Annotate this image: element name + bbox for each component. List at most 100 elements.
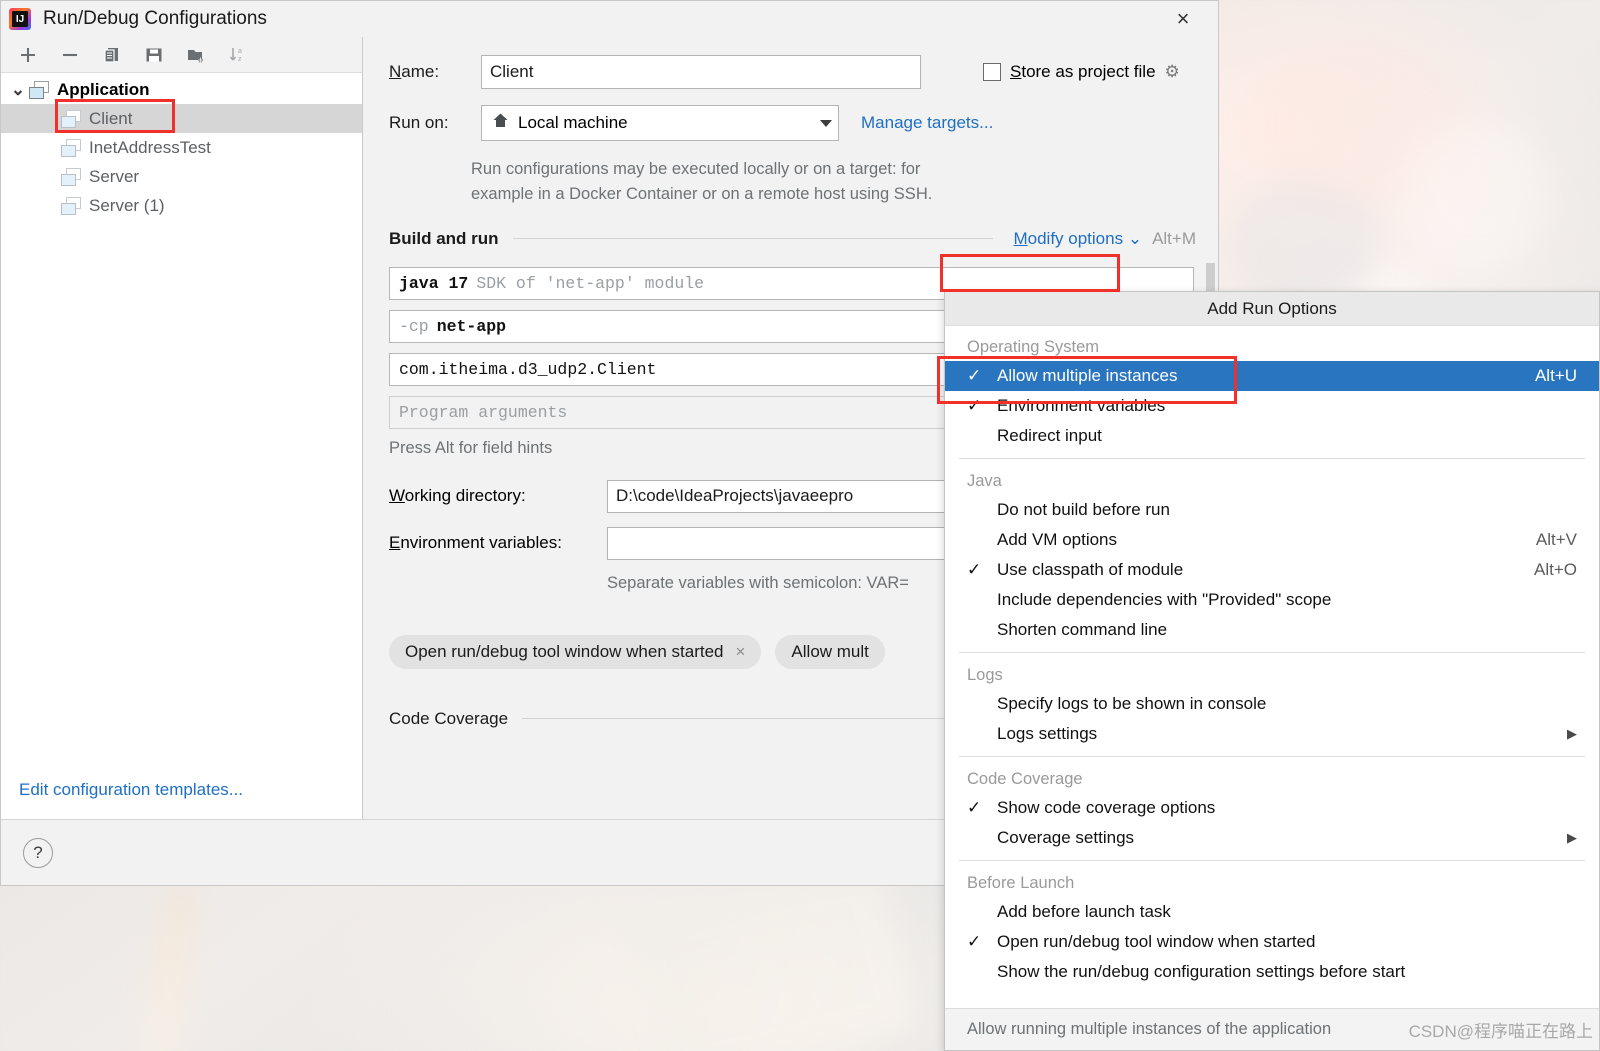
chip-label: Open run/debug tool window when started [405, 641, 724, 661]
menu-item-label: Show the run/debug configuration setting… [997, 962, 1406, 981]
menu-item-label: Redirect input [997, 426, 1102, 445]
name-row: Name: Client Store as project file ⚙ [389, 55, 1196, 89]
check-icon: ✓ [967, 366, 982, 385]
tree-item-label: Server [89, 166, 140, 186]
remove-configuration-button[interactable] [53, 41, 87, 69]
copy-configuration-button[interactable] [95, 41, 129, 69]
store-as-project-file-row[interactable]: Store as project file ⚙ [983, 62, 1180, 82]
manage-targets-link[interactable]: Manage targets... [861, 113, 993, 133]
sdk-hint: SDK of 'net-app' module [476, 273, 705, 293]
menu-item[interactable]: ✓ Use classpath of module Alt+O [945, 555, 1599, 585]
application-icon [29, 80, 49, 99]
configurations-panel: a z ⌄ Application Client InetAddressTest… [1, 37, 363, 819]
menu-item[interactable]: Specify logs to be shown in console [945, 689, 1599, 719]
chevron-right-icon[interactable]: ▶ [1567, 726, 1599, 742]
menu-separator [959, 458, 1585, 459]
menu-item[interactable]: Redirect input [945, 421, 1599, 451]
tree-item-server[interactable]: Server [1, 162, 362, 191]
chip-label: Allow mult [791, 641, 869, 661]
run-on-hint-line1: Run configurations may be executed local… [471, 160, 921, 178]
background-streak [623, 861, 917, 1051]
build-and-run-title: Build and run [389, 228, 499, 248]
menu-item-label: Include dependencies with "Provided" sco… [997, 590, 1332, 609]
menu-separator [959, 756, 1585, 757]
menu-item-label: Logs settings [997, 724, 1098, 743]
menu-item[interactable]: Do not build before run [945, 495, 1599, 525]
close-icon[interactable]: × [1160, 3, 1206, 35]
menu-item[interactable]: ✓ Allow multiple instances Alt+U [945, 361, 1599, 391]
menu-item-label: Coverage settings [997, 828, 1135, 847]
dialog-title: Run/Debug Configurations [43, 8, 267, 29]
menu-item-label: Open run/debug tool window when started [997, 932, 1316, 951]
environment-variables-label: Environment variables: [389, 533, 562, 552]
save-icon [146, 48, 162, 61]
menu-item[interactable]: Logs settings ▶ [945, 719, 1599, 749]
chevron-down-icon[interactable] [820, 119, 832, 127]
menu-item-label: Show code coverage options [997, 798, 1216, 817]
check-icon: ✓ [967, 932, 982, 951]
help-button[interactable]: ? [23, 837, 53, 868]
menu-footer: Allow running multiple instances of the … [945, 1008, 1599, 1050]
menu-item-label: Do not build before run [997, 500, 1170, 519]
menu-item-shortcut: Alt+U [1534, 366, 1577, 385]
menu-item[interactable]: ✓ Open run/debug tool window when started [945, 927, 1599, 957]
sort-configurations-button[interactable]: a z [221, 41, 255, 69]
add-configuration-button[interactable] [11, 41, 45, 69]
chip-open-tool-window[interactable]: Open run/debug tool window when started … [389, 634, 762, 669]
menu-separator [959, 652, 1585, 653]
configuration-icon [61, 196, 81, 215]
configuration-icon [61, 138, 81, 157]
menu-item[interactable]: Include dependencies with "Provided" sco… [945, 585, 1599, 615]
menu-item[interactable]: ✓ Environment variables [945, 391, 1599, 421]
menu-items-list[interactable]: Operating System ✓ Allow multiple instance… [945, 326, 1599, 1008]
main-class-value: com.itheima.d3_udp2.Client [399, 359, 657, 379]
modify-options-link[interactable]: Modify options ⌄ [1013, 229, 1142, 249]
run-on-row: Run on: Local machine Manage targets... [389, 105, 1196, 141]
menu-item[interactable]: Show the run/debug configuration setting… [945, 957, 1599, 987]
run-on-hint-line2: example in a Docker Container or on a re… [471, 184, 933, 203]
configuration-icon [61, 167, 81, 186]
check-icon: ✓ [967, 396, 982, 415]
chevron-right-icon[interactable]: ▶ [1567, 830, 1599, 846]
menu-item[interactable]: Add VM options Alt+V [945, 525, 1599, 555]
background-streak [1400, 120, 1550, 270]
menu-item[interactable]: Add before launch task [945, 897, 1599, 927]
sort-alpha-icon: a z [229, 47, 242, 63]
menu-item[interactable]: ✓ Show code coverage options [945, 793, 1599, 823]
tree-item-server-1[interactable]: Server (1) [1, 191, 362, 220]
menu-footer-hint: Allow running multiple instances of the … [967, 1020, 1332, 1038]
tree-group-application[interactable]: ⌄ Application [1, 75, 362, 104]
run-on-dropdown[interactable]: Local machine [481, 105, 839, 141]
menu-separator [959, 860, 1585, 861]
run-on-value: Local machine [518, 113, 628, 132]
section-divider [512, 238, 994, 239]
menu-item-label: Add VM options [997, 530, 1118, 549]
chevron-down-icon[interactable]: ⌄ [7, 79, 29, 101]
chip-allow-multiple[interactable]: Allow mult [775, 634, 885, 669]
configurations-tree[interactable]: ⌄ Application Client InetAddressTest Ser… [1, 73, 362, 761]
close-icon[interactable]: × [735, 642, 745, 662]
build-and-run-section-header: Build and run Modify options ⌄ Alt+M [389, 229, 1196, 249]
menu-group-label: Logs [967, 666, 1003, 684]
tree-item-inetaddresstest[interactable]: InetAddressTest [1, 133, 362, 162]
name-input[interactable]: Client [481, 55, 921, 89]
gear-icon[interactable]: ⚙ [1165, 62, 1180, 82]
modify-options-shortcut: Alt+M [1152, 228, 1196, 248]
tree-item-label: Server (1) [89, 195, 165, 215]
svg-text:z: z [238, 56, 242, 63]
menu-item[interactable]: Shorten command line [945, 615, 1599, 645]
edit-configuration-templates-link[interactable]: Edit configuration templates... [19, 780, 243, 800]
working-directory-label: Working directory: [389, 486, 526, 505]
menu-item-label: Add before launch task [997, 902, 1171, 921]
check-icon: ✓ [967, 798, 982, 817]
new-folder-button[interactable] [179, 41, 213, 69]
background-streak [1250, 40, 1470, 210]
menu-item-shortcut: Alt+O [1534, 560, 1577, 579]
store-as-project-file-checkbox[interactable] [983, 63, 1001, 81]
check-icon: ✓ [967, 560, 982, 579]
tree-item-client[interactable]: Client [1, 104, 362, 133]
menu-item[interactable]: Coverage settings ▶ [945, 823, 1599, 853]
program-arguments-placeholder: Program arguments [399, 402, 568, 422]
watermark-text: CSDN@程序喵正在路上 [1408, 1022, 1593, 1041]
save-configuration-button[interactable] [137, 41, 171, 69]
